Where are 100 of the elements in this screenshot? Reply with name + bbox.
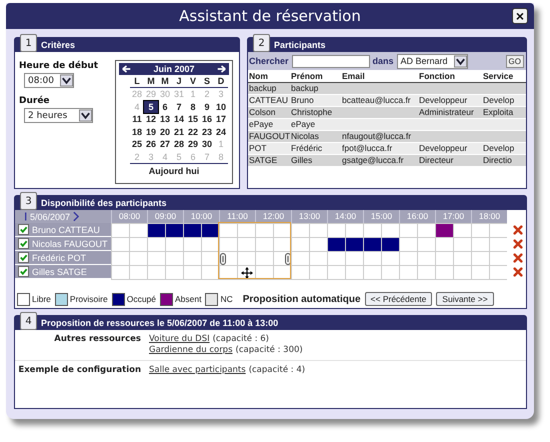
participant-row[interactable]: CATTEAU Bruno bcatteau@lucca.fr Developpeur Develop xyxy=(248,94,526,106)
delete-icon[interactable] xyxy=(513,267,523,277)
start-time-dropdown[interactable]: 08:00 xyxy=(24,73,74,88)
table-cell: Colson xyxy=(249,107,276,117)
checkbox[interactable] xyxy=(18,266,29,277)
close-button[interactable]: × xyxy=(512,8,528,24)
calendar-day[interactable]: 25 xyxy=(130,138,144,150)
hour-column[interactable] xyxy=(219,223,255,280)
calendar-day[interactable]: 24 xyxy=(214,126,228,138)
hour-header: 09:00 xyxy=(147,210,183,223)
calendar-day[interactable]: 12 xyxy=(144,113,158,126)
participant-row[interactable]: ePaye ePaye xyxy=(248,118,526,130)
calendar-day[interactable]: 5 xyxy=(144,100,158,113)
calendar-day[interactable]: 11 xyxy=(130,113,144,126)
calendar-day[interactable]: 26 xyxy=(144,138,158,150)
calendar-day[interactable]: 14 xyxy=(172,113,186,126)
calendar-day[interactable]: 20 xyxy=(158,126,172,138)
time-slot[interactable] xyxy=(381,237,399,251)
hour-header: 10:00 xyxy=(183,210,219,223)
participant-row[interactable]: Colson Christophe Administrateur Exploita xyxy=(248,106,526,118)
calendar-day[interactable]: 27 xyxy=(158,138,172,150)
move-icon[interactable] xyxy=(241,266,253,278)
time-slot[interactable] xyxy=(219,251,237,265)
resize-handle-icon[interactable] xyxy=(220,252,226,264)
previous-button[interactable]: << Précédente xyxy=(364,292,432,306)
table-cell: Bruno xyxy=(291,95,314,105)
weekday-label: M xyxy=(158,75,172,88)
hour-column[interactable] xyxy=(147,223,183,280)
calendar-day[interactable]: 19 xyxy=(144,126,158,138)
legend-label: Occupé xyxy=(126,294,156,304)
time-slot[interactable] xyxy=(327,237,345,251)
next-arrow-icon[interactable] xyxy=(217,65,226,73)
search-field[interactable] xyxy=(292,54,370,68)
auto-proposal-label: Proposition automatique xyxy=(242,294,361,304)
time-slot[interactable] xyxy=(363,237,381,251)
hour-column[interactable] xyxy=(183,223,219,280)
participant-row[interactable]: FAUGOUTNicolas nfaugout@lucca.fr xyxy=(248,130,526,142)
participant-row[interactable]: POT Frédéric fpot@lucca.fr Developpeur Develop xyxy=(248,142,526,154)
previous-arrow-icon[interactable] xyxy=(122,65,131,73)
resource-link[interactable]: Voiture du DSI xyxy=(149,334,210,344)
calendar-day[interactable]: 9 xyxy=(200,100,214,113)
calendar-day[interactable]: 30 xyxy=(200,138,214,150)
calendar-day[interactable]: 22 xyxy=(186,126,200,138)
field-label: Durée xyxy=(19,96,50,106)
calendar-day[interactable]: 21 xyxy=(172,126,186,138)
delete-icon[interactable] xyxy=(513,239,523,249)
calendar-day[interactable]: 15 xyxy=(186,113,200,126)
time-slot[interactable] xyxy=(201,223,219,237)
resource-group-label: Autres ressources xyxy=(53,334,141,346)
table-cell: ePaye xyxy=(291,119,316,129)
calendar-day[interactable]: 13 xyxy=(158,113,172,126)
calendar-day[interactable]: 29 xyxy=(186,138,200,150)
checkbox[interactable] xyxy=(18,252,29,263)
table-cell: SATGE xyxy=(249,155,278,165)
legend-label: NC xyxy=(220,294,233,304)
hour-header: 11:00 xyxy=(219,210,255,223)
checkbox[interactable] xyxy=(18,238,29,249)
go-button[interactable]: GO xyxy=(506,54,524,68)
calendar-day[interactable]: 18 xyxy=(130,126,144,138)
section-title: Critères xyxy=(41,40,76,50)
delete-icon[interactable] xyxy=(513,253,523,263)
calendar-day[interactable]: 28 xyxy=(172,138,186,150)
participant-name: Gilles SATGE xyxy=(32,266,87,276)
calendar-day[interactable]: 7 xyxy=(172,100,186,113)
time-slot[interactable] xyxy=(345,237,363,251)
weekday-label: L xyxy=(130,75,144,88)
calendar-day[interactable]: 8 xyxy=(186,100,200,113)
calendar-day[interactable]: 17 xyxy=(214,113,228,126)
duration-dropdown[interactable]: 2 heures xyxy=(24,108,93,123)
capacity-note: (capacité : 300) xyxy=(236,345,303,355)
participant-name: Bruno CATTEAU xyxy=(32,224,100,234)
time-slot[interactable] xyxy=(183,223,201,237)
delete-icon[interactable] xyxy=(513,225,523,235)
next-button[interactable]: Suivante >> xyxy=(436,292,494,306)
hour-header: 15:00 xyxy=(363,210,399,223)
directory-dropdown[interactable]: AD Bernard xyxy=(396,54,468,68)
calendar-day[interactable]: 6 xyxy=(158,100,172,113)
resource-link[interactable]: Salle avec participants xyxy=(149,365,246,375)
weekday-label: V xyxy=(186,75,200,88)
participant-row[interactable]: SATGE Gilles gsatge@lucca.fr Directeur Directio xyxy=(248,154,526,166)
schedule-date: 5/06/2007 xyxy=(30,212,70,222)
participant-row[interactable]: backup backup xyxy=(248,82,526,94)
time-slot[interactable] xyxy=(147,223,165,237)
table-cell: CATTEAU xyxy=(249,95,288,105)
next-day-icon[interactable] xyxy=(73,211,80,222)
time-slot[interactable] xyxy=(165,223,183,237)
calendar-day[interactable]: 10 xyxy=(214,100,228,113)
table-cell: Develop xyxy=(483,95,514,105)
weekday-label: S xyxy=(200,75,214,88)
time-slot[interactable] xyxy=(273,251,291,265)
resource-link[interactable]: Gardienne du corps xyxy=(149,345,233,355)
calendar-day[interactable]: 23 xyxy=(200,126,214,138)
hour-column[interactable] xyxy=(363,223,399,280)
step-number: 3 xyxy=(20,192,37,210)
checkbox[interactable] xyxy=(18,224,29,235)
calendar-day[interactable]: 16 xyxy=(200,113,214,126)
table-cell: Administrateur xyxy=(419,107,474,117)
time-slot[interactable] xyxy=(237,265,255,279)
today-link[interactable]: Aujourd hui xyxy=(148,166,200,176)
hour-column[interactable] xyxy=(327,223,363,280)
